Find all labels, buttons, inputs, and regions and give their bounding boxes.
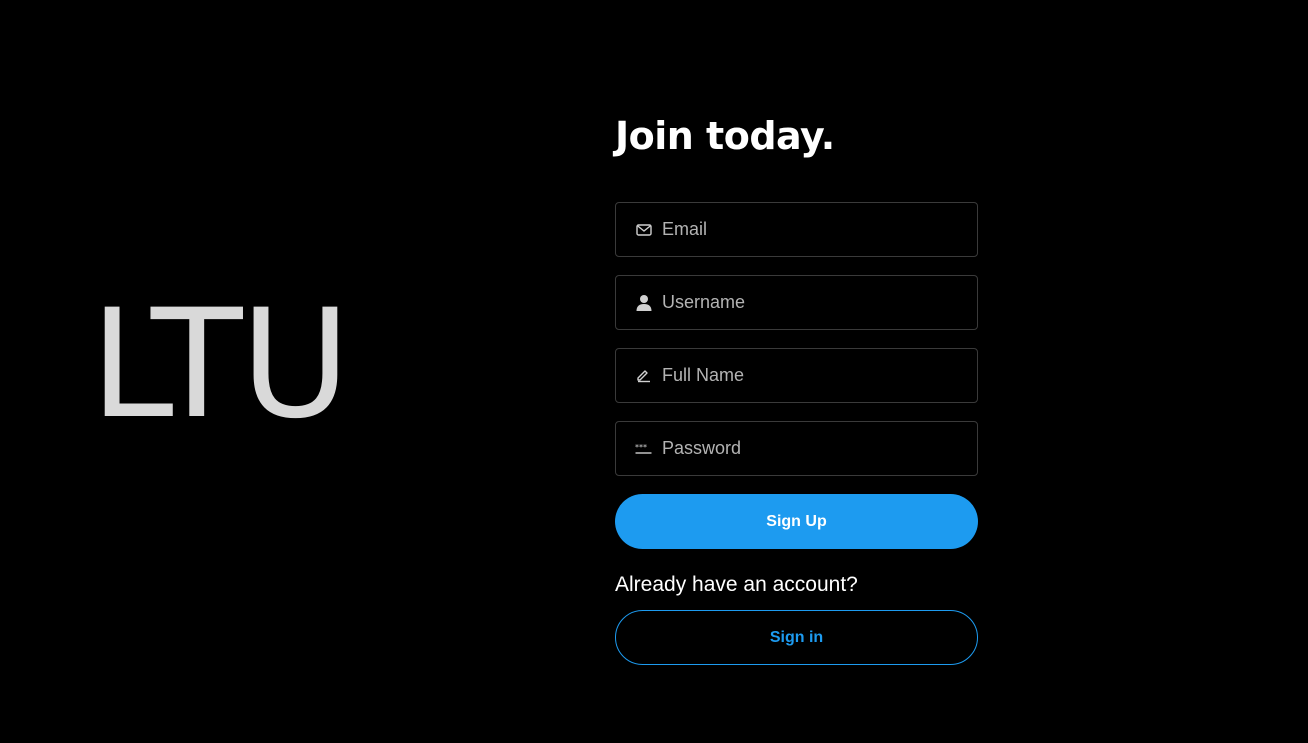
username-field[interactable] [615,275,978,330]
svg-text:***: *** [635,443,647,452]
password-field[interactable]: *** [615,421,978,476]
password-dots-icon: *** [635,440,652,457]
signup-page: LTU Join today. Email Username Full Name… [0,0,1308,743]
signup-form: Join today. Email Username Full Name ***… [615,112,978,665]
full-name-input[interactable] [662,365,952,386]
password-input[interactable] [662,438,952,459]
mail-icon [635,221,652,238]
email-input[interactable] [662,219,952,240]
full-name-field[interactable] [615,348,978,403]
page-title: Join today. [615,114,835,158]
already-have-account-text: Already have an account? [615,573,858,596]
pen-icon [635,367,652,384]
signup-fields: *** [615,202,978,476]
sign-in-button[interactable]: Sign in [615,610,978,665]
user-icon [635,294,652,311]
sign-up-button[interactable]: Sign Up [615,494,978,549]
username-input[interactable] [662,292,952,313]
email-field[interactable] [615,202,978,257]
brand-logo: LTU [90,278,350,452]
